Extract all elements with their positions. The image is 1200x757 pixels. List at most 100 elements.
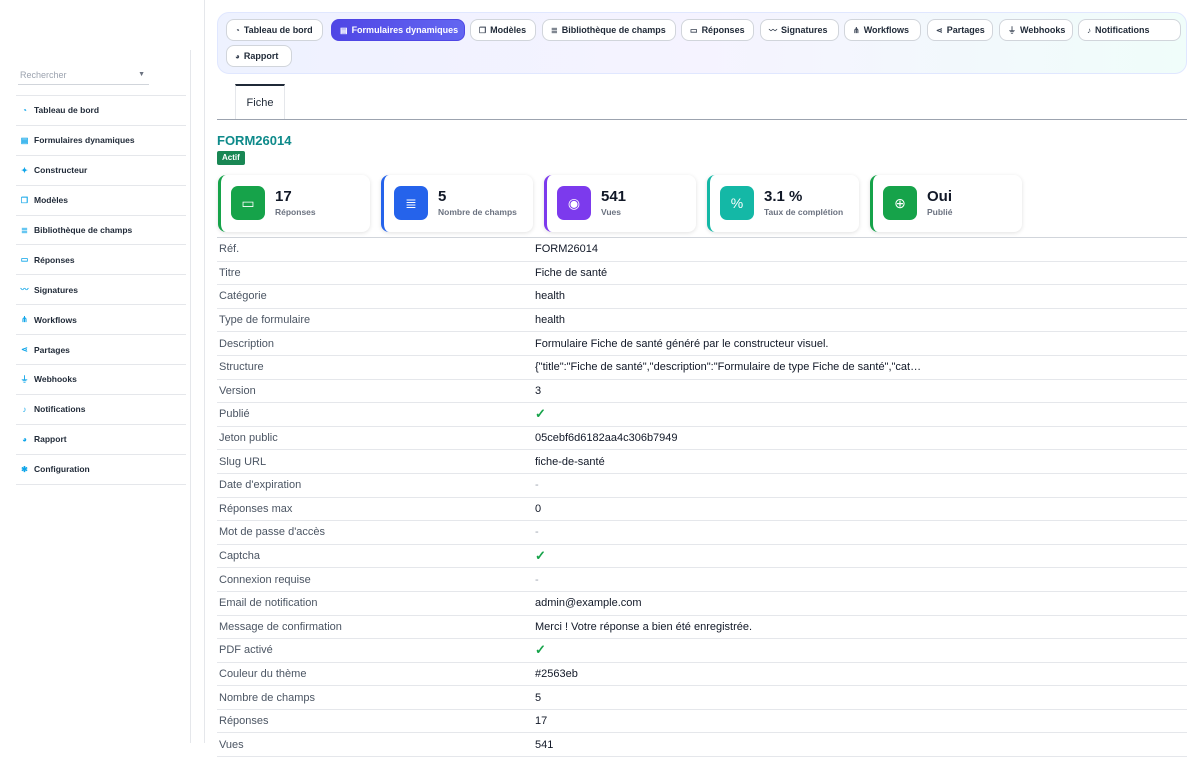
stat-value: Oui (927, 188, 952, 205)
top-tab-10[interactable]: ◕ Rapport (226, 45, 292, 67)
bell-icon: ♪ (1087, 25, 1091, 35)
sidebar-item-label: Notifications (34, 404, 86, 415)
table-row: Réponses max 0 (217, 498, 1187, 522)
row-value: 0 (535, 502, 542, 515)
percent-icon: % (720, 186, 754, 220)
stat-value: 5 (438, 188, 447, 205)
list-icon: ≣ (394, 186, 428, 220)
row-value: 5 (535, 691, 542, 704)
sidebar-item-11[interactable]: ◕ Rapport (16, 425, 186, 455)
share-icon: ⋖ (936, 25, 943, 35)
check-icon: ✓ (535, 642, 546, 658)
list-icon: ≣ (21, 225, 28, 235)
table-row: Version 3 (217, 380, 1187, 404)
table-row: Réf. FORM26014 (217, 238, 1187, 262)
top-tab-4[interactable]: ▭ Réponses (681, 19, 754, 41)
search-select[interactable]: Rechercher ▼ (18, 67, 149, 85)
table-row: Type de formulaire health (217, 309, 1187, 333)
wand-icon: ✦ (21, 165, 28, 175)
sidebar-item-6[interactable]: 〰 Signatures (16, 275, 186, 306)
top-tab-label: Rapport (243, 51, 279, 61)
top-tab-0[interactable]: ◔ Tableau de bord (226, 19, 323, 41)
row-value: 541 (535, 738, 554, 751)
inbox-icon: ▭ (690, 25, 698, 35)
sidebar-item-10[interactable]: ♪ Notifications (16, 395, 186, 425)
sidebar-item-1[interactable]: ▤ Formulaires dynamiques (16, 126, 186, 156)
top-tab-1[interactable]: ▤ Formulaires dynamiques (331, 19, 465, 41)
check-icon: ✓ (535, 548, 546, 564)
sidebar-item-8[interactable]: ⋖ Partages (16, 335, 186, 366)
row-key: Captcha (219, 550, 260, 563)
sidebar-nav: ◔ Tableau de bord ▤ Formulaires dynamiques ✦… (16, 95, 186, 485)
sidebar-item-2[interactable]: ✦ Constructeur (16, 156, 186, 186)
plug-icon: ⏚ (20, 374, 29, 384)
signature-icon: 〰 (769, 25, 777, 35)
top-tab-6[interactable]: ⋔ Workflows (844, 19, 921, 41)
top-tab-8[interactable]: ⏚ Webhooks (999, 19, 1073, 41)
inbox-icon: ▭ (231, 186, 265, 220)
sidebar-item-label: Signatures (34, 284, 78, 295)
stat-card: % 3.1 % Taux de complétion (707, 175, 859, 232)
row-key: Description (219, 337, 275, 350)
top-tab-5[interactable]: 〰 Signatures (760, 19, 839, 41)
inbox-icon: ▭ (20, 255, 29, 265)
row-value: Formulaire Fiche de santé généré par le … (535, 337, 829, 350)
row-key: Réponses max (219, 502, 293, 515)
sidebar-item-label: Réponses (34, 254, 75, 265)
top-tab-label: Tableau de bord (243, 25, 313, 35)
tab-fiche-label: Fiche (246, 97, 274, 109)
table-row: Titre Fiche de santé (217, 262, 1187, 286)
table-row: Mot de passe d'accès - (217, 521, 1187, 545)
stat-value: 541 (601, 188, 627, 205)
sidebar-item-label: Workflows (34, 314, 77, 325)
sidebar-item-3[interactable]: ❐ Modèles (16, 186, 186, 216)
sidebar-item-4[interactable]: ≣ Bibliothèque de champs (16, 216, 186, 246)
table-row: Email de notification admin@example.com (217, 592, 1187, 616)
copy-icon: ❐ (479, 25, 487, 35)
row-value: health (535, 314, 565, 327)
bell-icon: ♪ (22, 404, 27, 414)
form-reference: FORM26014 (217, 133, 292, 148)
gauge-icon: ◔ (22, 105, 27, 115)
top-tab-7[interactable]: ⋖ Partages (927, 19, 993, 41)
table-row: Date d'expiration - (217, 474, 1187, 498)
row-value: FORM26014 (535, 243, 598, 256)
row-key: Vues (219, 738, 244, 751)
row-value: - (535, 573, 539, 586)
row-value: fiche-de-santé (535, 455, 605, 468)
sidebar-item-9[interactable]: ⏚ Webhooks (16, 365, 186, 395)
copy-icon: ❐ (20, 195, 29, 205)
row-value: 3 (535, 384, 542, 397)
stat-card: ▭ 17 Réponses (218, 175, 370, 232)
sidebar-item-12[interactable]: ✱ Configuration (16, 455, 186, 485)
table-row: Structure {"title":"Fiche de santé","desc… (217, 356, 1187, 380)
eye-icon: ◉ (557, 186, 591, 220)
sidebar-item-0[interactable]: ◔ Tableau de bord (16, 96, 186, 126)
top-tab-label: Signatures (781, 25, 828, 35)
table-row: Nombre de champs 5 (217, 686, 1187, 710)
table-row: Publié ✓ (217, 403, 1187, 427)
row-key: Structure (219, 361, 264, 374)
table-row: Vues 541 (217, 733, 1187, 757)
row-key: Date d'expiration (219, 479, 302, 492)
sidebar: Rechercher ▼ ◔ Tableau de bord ▤ Formulaire… (0, 0, 204, 743)
row-value: #2563eb (535, 667, 578, 680)
sidebar-item-label: Bibliothèque de champs (34, 225, 133, 235)
top-tab-9[interactable]: ♪ Notifications (1078, 19, 1181, 41)
sidebar-item-label: Formulaires dynamiques (34, 135, 135, 146)
top-tab-3[interactable]: ≣ Bibliothèque de champs (542, 19, 676, 41)
plug-icon: ⏚ (1008, 25, 1016, 35)
stat-value: 17 (275, 188, 292, 205)
stat-label: Réponses (275, 207, 316, 217)
file-icon: ▤ (340, 25, 348, 35)
tab-fiche[interactable]: Fiche (235, 84, 285, 120)
table-row: Slug URL fiche-de-santé (217, 450, 1187, 474)
sidebar-item-5[interactable]: ▭ Réponses (16, 245, 186, 276)
table-row: Jeton public 05cebf6d6182aa4c306b7949 (217, 427, 1187, 451)
top-nav-bar: ◔ Tableau de bord ▤ Formulaires dynamiques ❐… (217, 12, 1187, 74)
table-row: Captcha ✓ (217, 545, 1187, 569)
sidebar-item-label: Partages (34, 344, 70, 355)
top-tab-label: Modèles (490, 25, 527, 35)
top-tab-2[interactable]: ❐ Modèles (470, 19, 536, 41)
sidebar-item-7[interactable]: ⋔ Workflows (16, 305, 186, 336)
